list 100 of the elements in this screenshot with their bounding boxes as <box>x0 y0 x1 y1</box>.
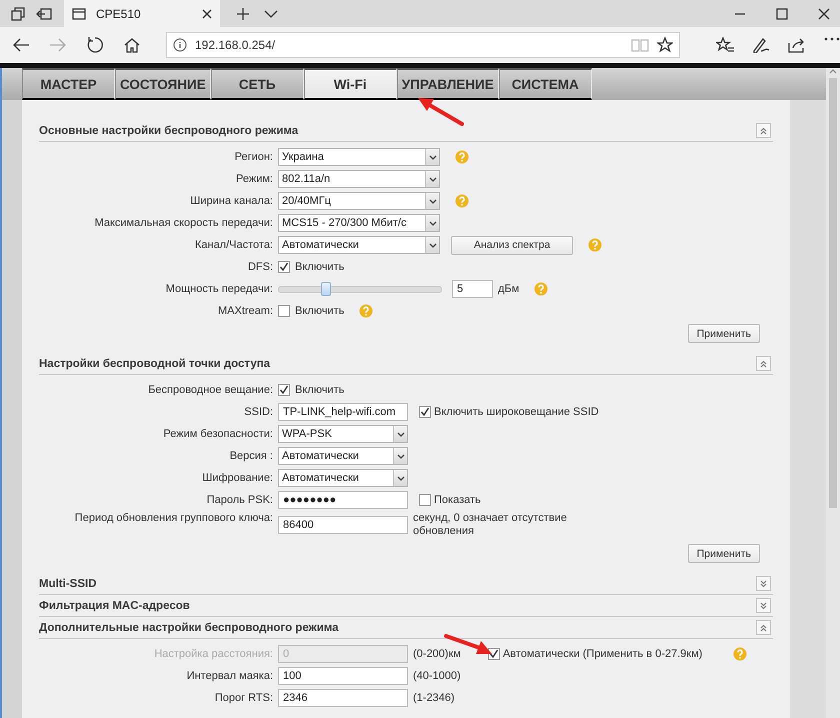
hint-text: (1-2346) <box>413 692 455 704</box>
apply-button[interactable]: Применить <box>688 544 760 563</box>
back-icon[interactable] <box>12 37 30 53</box>
chevrons-up-icon[interactable] <box>760 126 767 134</box>
close-icon[interactable] <box>818 8 830 20</box>
field-label: Режим: <box>235 173 273 185</box>
collapse-button[interactable] <box>756 620 771 635</box>
checkbox[interactable] <box>419 494 431 506</box>
field-label: Период обновления группового ключа: <box>74 512 273 524</box>
chevrons-down-icon[interactable] <box>760 602 767 610</box>
checkbox[interactable] <box>278 384 290 396</box>
field-label: Ширина канала: <box>189 195 273 207</box>
section-title: Фильтрация MAC-адресов <box>39 600 190 612</box>
caret-icon <box>428 220 436 226</box>
select-field[interactable]: 802.11a/n <box>278 170 440 188</box>
hint-text: (0-200)км <box>413 648 461 660</box>
checkbox-label: Включить <box>295 305 344 317</box>
more-icon[interactable] <box>824 37 840 41</box>
section-title: Multi-SSID <box>39 578 96 590</box>
scrollbar[interactable] <box>826 68 840 718</box>
collapse-button[interactable] <box>756 123 771 138</box>
checkbox-label: Показать <box>434 494 481 506</box>
pen-icon[interactable] <box>752 37 770 53</box>
checkbox-label: Включить <box>295 384 344 396</box>
apply-button[interactable]: Применить <box>688 324 760 343</box>
field-label: Беспроводное вещание: <box>147 384 273 396</box>
refresh-icon[interactable] <box>86 36 104 54</box>
expand-button[interactable] <box>756 576 771 591</box>
chevrons-up-icon[interactable] <box>760 624 767 632</box>
caret-icon <box>428 198 436 204</box>
checkbox[interactable] <box>278 305 290 317</box>
chevron-down-icon[interactable] <box>264 8 278 18</box>
field-label: Шифрование: <box>201 472 273 484</box>
maximize-icon[interactable] <box>776 8 788 20</box>
select-field[interactable]: 20/40МГц <box>278 192 440 210</box>
field-label: Регион: <box>234 151 273 163</box>
chevrons-up-icon[interactable] <box>760 360 767 368</box>
checkbox-label: Включить <box>295 261 344 273</box>
url-text: 192.168.0.254/ <box>195 38 276 52</box>
star-icon[interactable] <box>657 37 673 53</box>
field-label: SSID: <box>243 406 273 418</box>
select-field[interactable]: Автоматически <box>278 469 408 487</box>
slider-thumb[interactable] <box>320 282 331 296</box>
nav-tab[interactable]: Wi-Fi <box>304 68 397 100</box>
input-field[interactable]: 2346 <box>278 689 408 707</box>
field-label: Мощность передачи: <box>164 283 273 295</box>
field-label: DFS: <box>246 261 273 273</box>
caret-icon <box>428 154 436 160</box>
input-field[interactable]: 86400 <box>278 516 408 534</box>
caret-icon <box>428 242 436 248</box>
expand-button[interactable] <box>756 598 771 613</box>
caret-icon <box>396 476 404 480</box>
hint-text: секунд, 0 означает отсутствие обновления <box>413 512 568 538</box>
home-icon[interactable] <box>123 37 141 53</box>
checkbox-label: Автоматически <box>502 648 580 660</box>
scroll-up-icon <box>829 68 837 74</box>
field-label: Настройка расстояния: <box>153 648 273 660</box>
input-field[interactable]: ●●●●●●●● <box>278 491 408 509</box>
input-field[interactable]: 100 <box>278 667 408 685</box>
select-field[interactable]: Автоматически <box>278 447 408 465</box>
hint-text: (Применить в 0-27.9км) <box>582 648 702 660</box>
field-label: Максимальная скорость передачи: <box>94 217 273 229</box>
chevrons-down-icon[interactable] <box>760 580 767 588</box>
field-label: Версия : <box>228 450 273 462</box>
section-title: Основные настройки беспроводного режима <box>39 124 298 136</box>
select-field[interactable]: WPA-PSK <box>278 425 408 443</box>
field-label: Канал/Частота: <box>194 239 273 251</box>
page-icon <box>72 8 86 20</box>
field-label: Порог RTS: <box>214 692 273 704</box>
checkbox[interactable] <box>278 261 290 273</box>
unit-label: дБм <box>498 283 520 295</box>
hint-text: (40-1000) <box>413 670 461 682</box>
field-label: Режим безопасности: <box>162 428 273 440</box>
new-tab-icon[interactable] <box>236 6 250 20</box>
caret-icon <box>396 432 404 436</box>
input-field[interactable]: 5 <box>452 280 493 298</box>
field-label: Интервал маяка: <box>186 670 273 682</box>
favorites-icon[interactable] <box>716 37 734 53</box>
select-field[interactable]: MCS15 - 270/300 Мбит/с <box>278 214 440 232</box>
field-label: Пароль PSK: <box>206 494 273 506</box>
input-field[interactable]: TP-LINK_help-wifi.com <box>278 403 408 421</box>
tabs-icon[interactable] <box>11 6 25 20</box>
tab-title: CPE510 <box>96 6 142 20</box>
collapse-button[interactable] <box>756 356 771 371</box>
info-icon <box>173 38 187 52</box>
tab-back-icon[interactable] <box>36 6 52 20</box>
share-icon[interactable] <box>788 37 806 53</box>
caret-icon <box>428 176 436 182</box>
caret-icon <box>396 454 404 458</box>
address-bar[interactable]: 192.168.0.254/ <box>166 32 680 58</box>
select-field[interactable]: Украина <box>278 148 440 166</box>
browser-tab[interactable]: CPE510 <box>64 0 220 27</box>
spectrum-button[interactable]: Анализ спектра <box>451 236 573 254</box>
section-title: Дополнительные настройки беспроводного режима <box>39 622 339 634</box>
checkbox[interactable] <box>419 406 431 418</box>
section-title: Настройки беспроводной точки доступа <box>39 358 270 370</box>
checkbox-label: Включить широковещание SSID <box>434 406 599 418</box>
close-icon[interactable] <box>202 8 212 18</box>
scrollbar-thumb[interactable] <box>829 78 837 508</box>
select-field[interactable]: Автоматически <box>278 236 440 254</box>
